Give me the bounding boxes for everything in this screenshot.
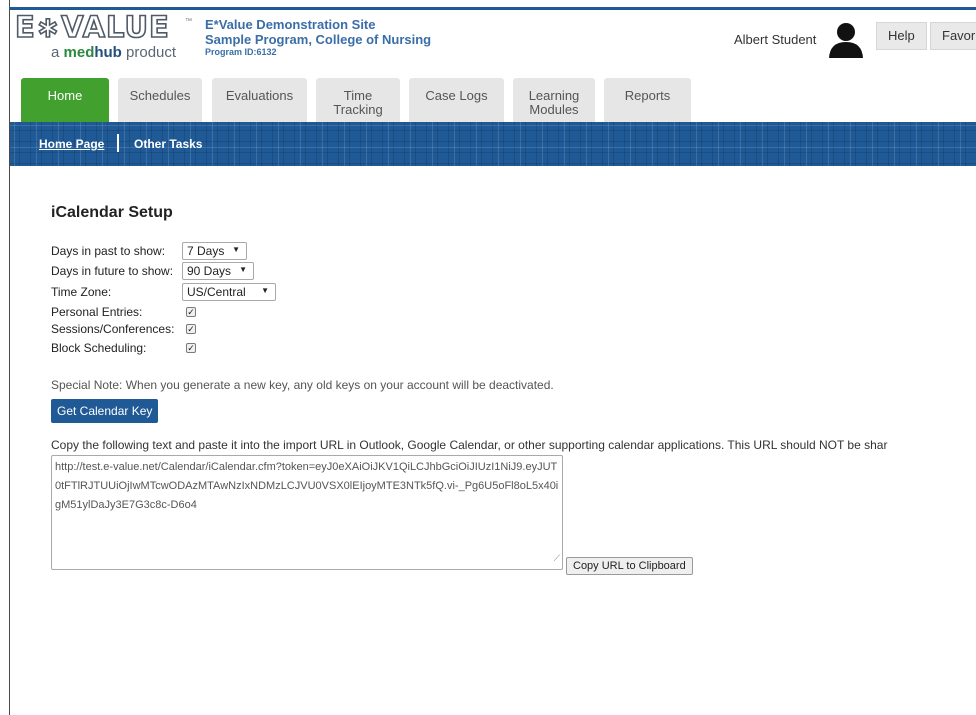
copy-url-button[interactable]: Copy URL to Clipboard bbox=[566, 557, 693, 575]
block-scheduling-control: ✓ bbox=[182, 341, 202, 355]
logo-tagline: a medhub product bbox=[51, 44, 176, 61]
chevron-down-icon: ▼ bbox=[239, 265, 247, 274]
time-zone-control: US/Central ▼ bbox=[182, 283, 276, 301]
days-future-value: 90 Days bbox=[187, 264, 232, 278]
tab-learning-modules[interactable]: Learning Modules bbox=[513, 78, 595, 122]
logo-tagline-hub: hub bbox=[94, 44, 122, 61]
personal-entries-label: Personal Entries: bbox=[51, 305, 143, 319]
tab-reports-label: Reports bbox=[624, 88, 671, 103]
sessions-label: Sessions/Conferences: bbox=[51, 322, 175, 336]
calendar-url-textarea[interactable]: http://test.e-value.net/Calendar/iCalend… bbox=[51, 455, 563, 570]
personal-entries-checkbox[interactable]: ✓ bbox=[186, 307, 196, 317]
resize-grip-icon[interactable]: ⟋ bbox=[554, 549, 560, 568]
days-past-select[interactable]: 7 Days ▼ bbox=[182, 242, 247, 260]
subnav-other-tasks-link[interactable]: Other Tasks bbox=[134, 137, 202, 151]
time-zone-value: US/Central bbox=[187, 285, 246, 299]
tab-case-logs[interactable]: Case Logs bbox=[409, 78, 504, 122]
block-scheduling-checkbox[interactable]: ✓ bbox=[186, 343, 196, 353]
chevron-down-icon: ▼ bbox=[232, 245, 240, 254]
tab-schedules[interactable]: Schedules bbox=[118, 78, 202, 122]
days-future-row: Days in future to show: bbox=[51, 264, 173, 278]
tab-home[interactable]: Home bbox=[21, 78, 109, 122]
program-id: Program ID:6132 bbox=[205, 47, 277, 57]
time-zone-label: Time Zone: bbox=[51, 285, 112, 299]
logo-trademark: ™ bbox=[185, 18, 192, 25]
block-scheduling-label: Block Scheduling: bbox=[51, 341, 147, 355]
favorites-button[interactable]: Favori bbox=[930, 22, 976, 50]
help-button[interactable]: Help bbox=[876, 22, 927, 50]
user-name[interactable]: Albert Student bbox=[734, 32, 816, 47]
sub-nav-bar: Home Page Other Tasks bbox=[10, 122, 976, 166]
personal-entries-control: ✓ bbox=[182, 305, 202, 319]
subnav-home-page-link[interactable]: Home Page bbox=[39, 137, 104, 151]
get-calendar-key-button[interactable]: Get Calendar Key bbox=[51, 399, 159, 423]
tab-evaluations[interactable]: Evaluations bbox=[212, 78, 307, 122]
copy-instructions: Copy the following text and paste it int… bbox=[51, 438, 888, 452]
sessions-checkbox[interactable]: ✓ bbox=[186, 324, 196, 334]
chevron-down-icon: ▼ bbox=[261, 286, 269, 295]
tab-time-tracking[interactable]: Time Tracking bbox=[316, 78, 400, 122]
program-name: Sample Program, College of Nursing bbox=[205, 32, 432, 47]
days-past-label: Days in past to show: bbox=[51, 244, 166, 258]
days-past-row: Days in past to show: bbox=[51, 244, 165, 258]
time-zone-select[interactable]: US/Central ▼ bbox=[182, 283, 276, 301]
days-past-value: 7 Days bbox=[187, 244, 225, 258]
user-avatar-icon[interactable] bbox=[826, 20, 866, 60]
tab-time-tracking-label: Time Tracking bbox=[333, 88, 383, 117]
days-future-select[interactable]: 90 Days ▼ bbox=[182, 262, 254, 280]
sessions-control: ✓ bbox=[182, 322, 202, 336]
page-title: iCalendar Setup bbox=[51, 204, 173, 221]
personal-entries-row: Personal Entries: bbox=[51, 305, 142, 319]
days-past-control: 7 Days ▼ bbox=[182, 242, 247, 260]
site-name: E*Value Demonstration Site bbox=[205, 17, 376, 32]
tab-home-label: Home bbox=[47, 88, 83, 103]
days-future-control: 90 Days ▼ bbox=[182, 262, 254, 280]
days-future-label: Days in future to show: bbox=[51, 264, 174, 278]
block-scheduling-row: Block Scheduling: bbox=[51, 341, 146, 355]
logo-tagline-med: med bbox=[63, 44, 95, 61]
tab-reports[interactable]: Reports bbox=[604, 78, 691, 122]
tab-schedules-label: Schedules bbox=[129, 88, 191, 103]
evalue-logo[interactable]: E∗VALUE ™ a medhub product bbox=[14, 9, 195, 66]
site-info: E*Value Demonstration Site Sample Progra… bbox=[205, 17, 431, 58]
special-note: Special Note: When you generate a new ke… bbox=[51, 378, 554, 392]
time-zone-row: Time Zone: bbox=[51, 285, 111, 299]
tab-evaluations-label: Evaluations bbox=[225, 88, 294, 103]
tab-learning-modules-label: Learning Modules bbox=[528, 88, 580, 117]
calendar-url-text: http://test.e-value.net/Calendar/iCalend… bbox=[55, 461, 559, 511]
logo-tagline-prefix: a bbox=[51, 44, 64, 61]
logo-wordmark: E∗VALUE bbox=[14, 9, 170, 45]
subnav-separator bbox=[117, 134, 119, 152]
sessions-row: Sessions/Conferences: bbox=[51, 322, 174, 336]
left-frame-border bbox=[9, 0, 10, 715]
tab-case-logs-label: Case Logs bbox=[425, 88, 488, 103]
logo-tagline-suffix: product bbox=[121, 44, 177, 61]
